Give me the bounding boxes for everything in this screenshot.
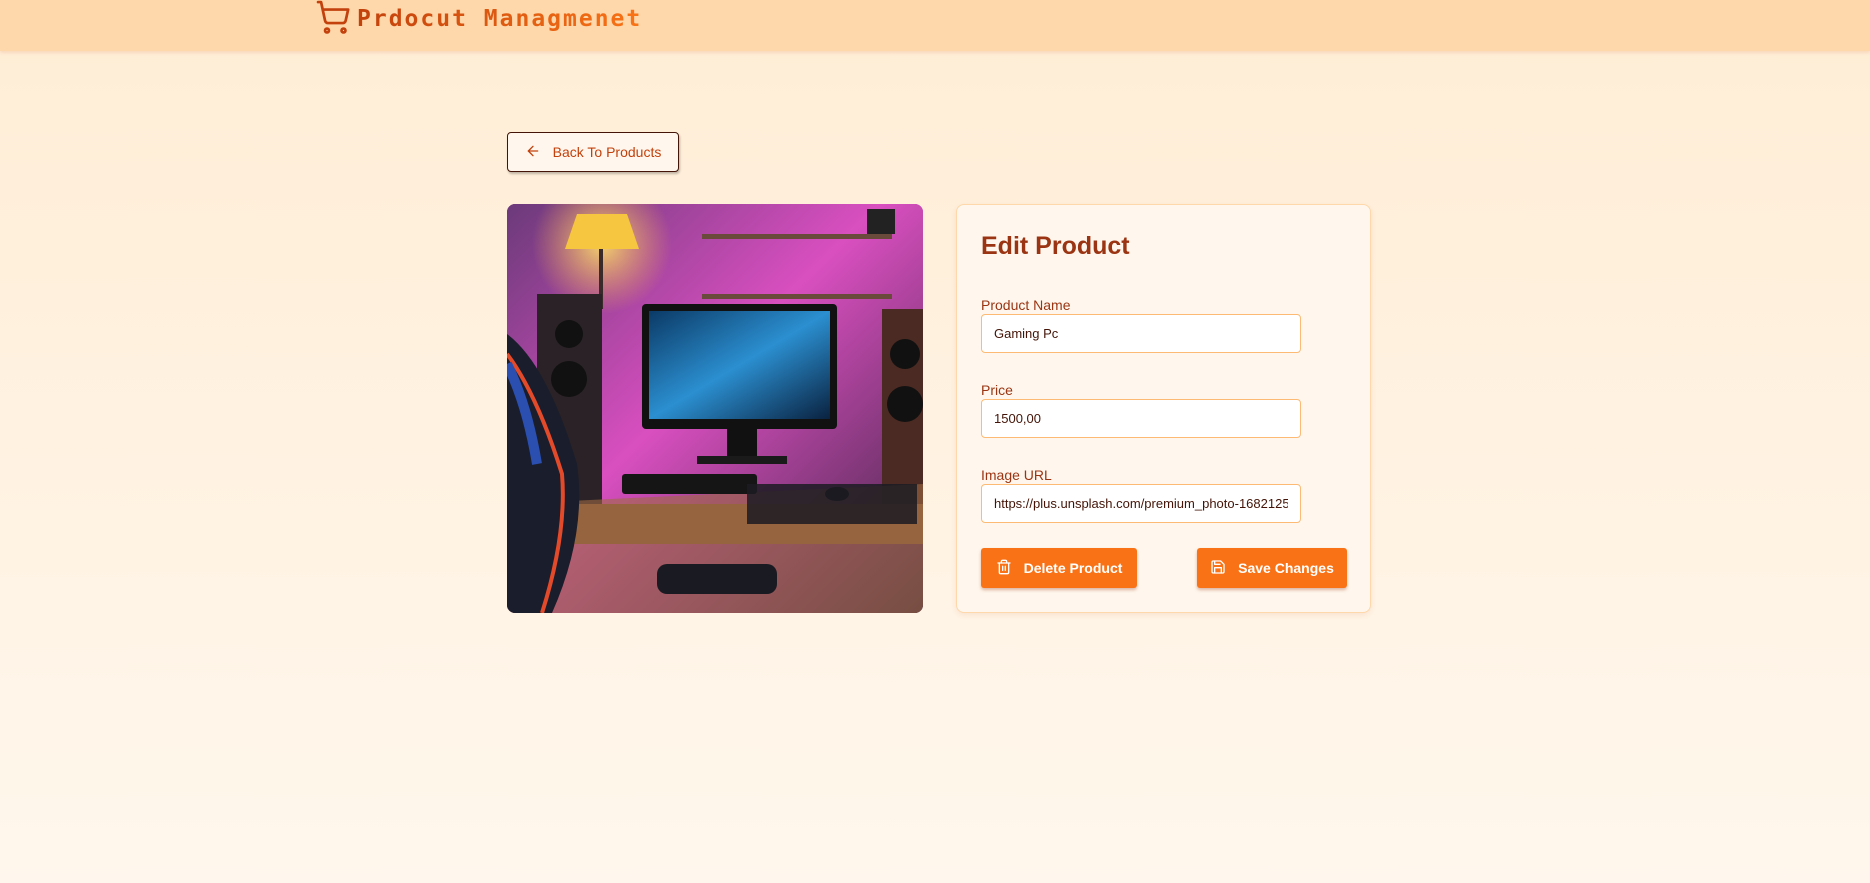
brand[interactable]: Prdocut Managmenet bbox=[315, 0, 642, 38]
product-name-label: Product Name bbox=[981, 297, 1071, 313]
price-label: Price bbox=[981, 382, 1013, 398]
trash-icon bbox=[996, 559, 1012, 578]
product-image bbox=[507, 204, 923, 613]
price-input[interactable] bbox=[981, 399, 1301, 438]
arrow-left-icon bbox=[525, 143, 541, 162]
image-url-label: Image URL bbox=[981, 467, 1052, 483]
floppy-disk-icon bbox=[1210, 559, 1226, 578]
product-name-input[interactable] bbox=[981, 314, 1301, 353]
back-to-products-button[interactable]: Back To Products bbox=[507, 132, 679, 172]
image-url-input[interactable] bbox=[981, 484, 1301, 523]
back-button-label: Back To Products bbox=[552, 144, 662, 160]
edit-product-title: Edit Product bbox=[981, 232, 1130, 260]
save-changes-button[interactable]: Save Changes bbox=[1197, 548, 1347, 588]
edit-product-card: Edit Product Product Name Price Image UR… bbox=[956, 204, 1371, 613]
app-title: Prdocut Managmenet bbox=[357, 6, 643, 32]
delete-button-label: Delete Product bbox=[1023, 560, 1123, 576]
save-button-label: Save Changes bbox=[1238, 560, 1334, 576]
delete-product-button[interactable]: Delete Product bbox=[981, 548, 1137, 588]
top-header: Prdocut Managmenet bbox=[0, 0, 1870, 51]
shopping-cart-icon bbox=[315, 0, 351, 40]
